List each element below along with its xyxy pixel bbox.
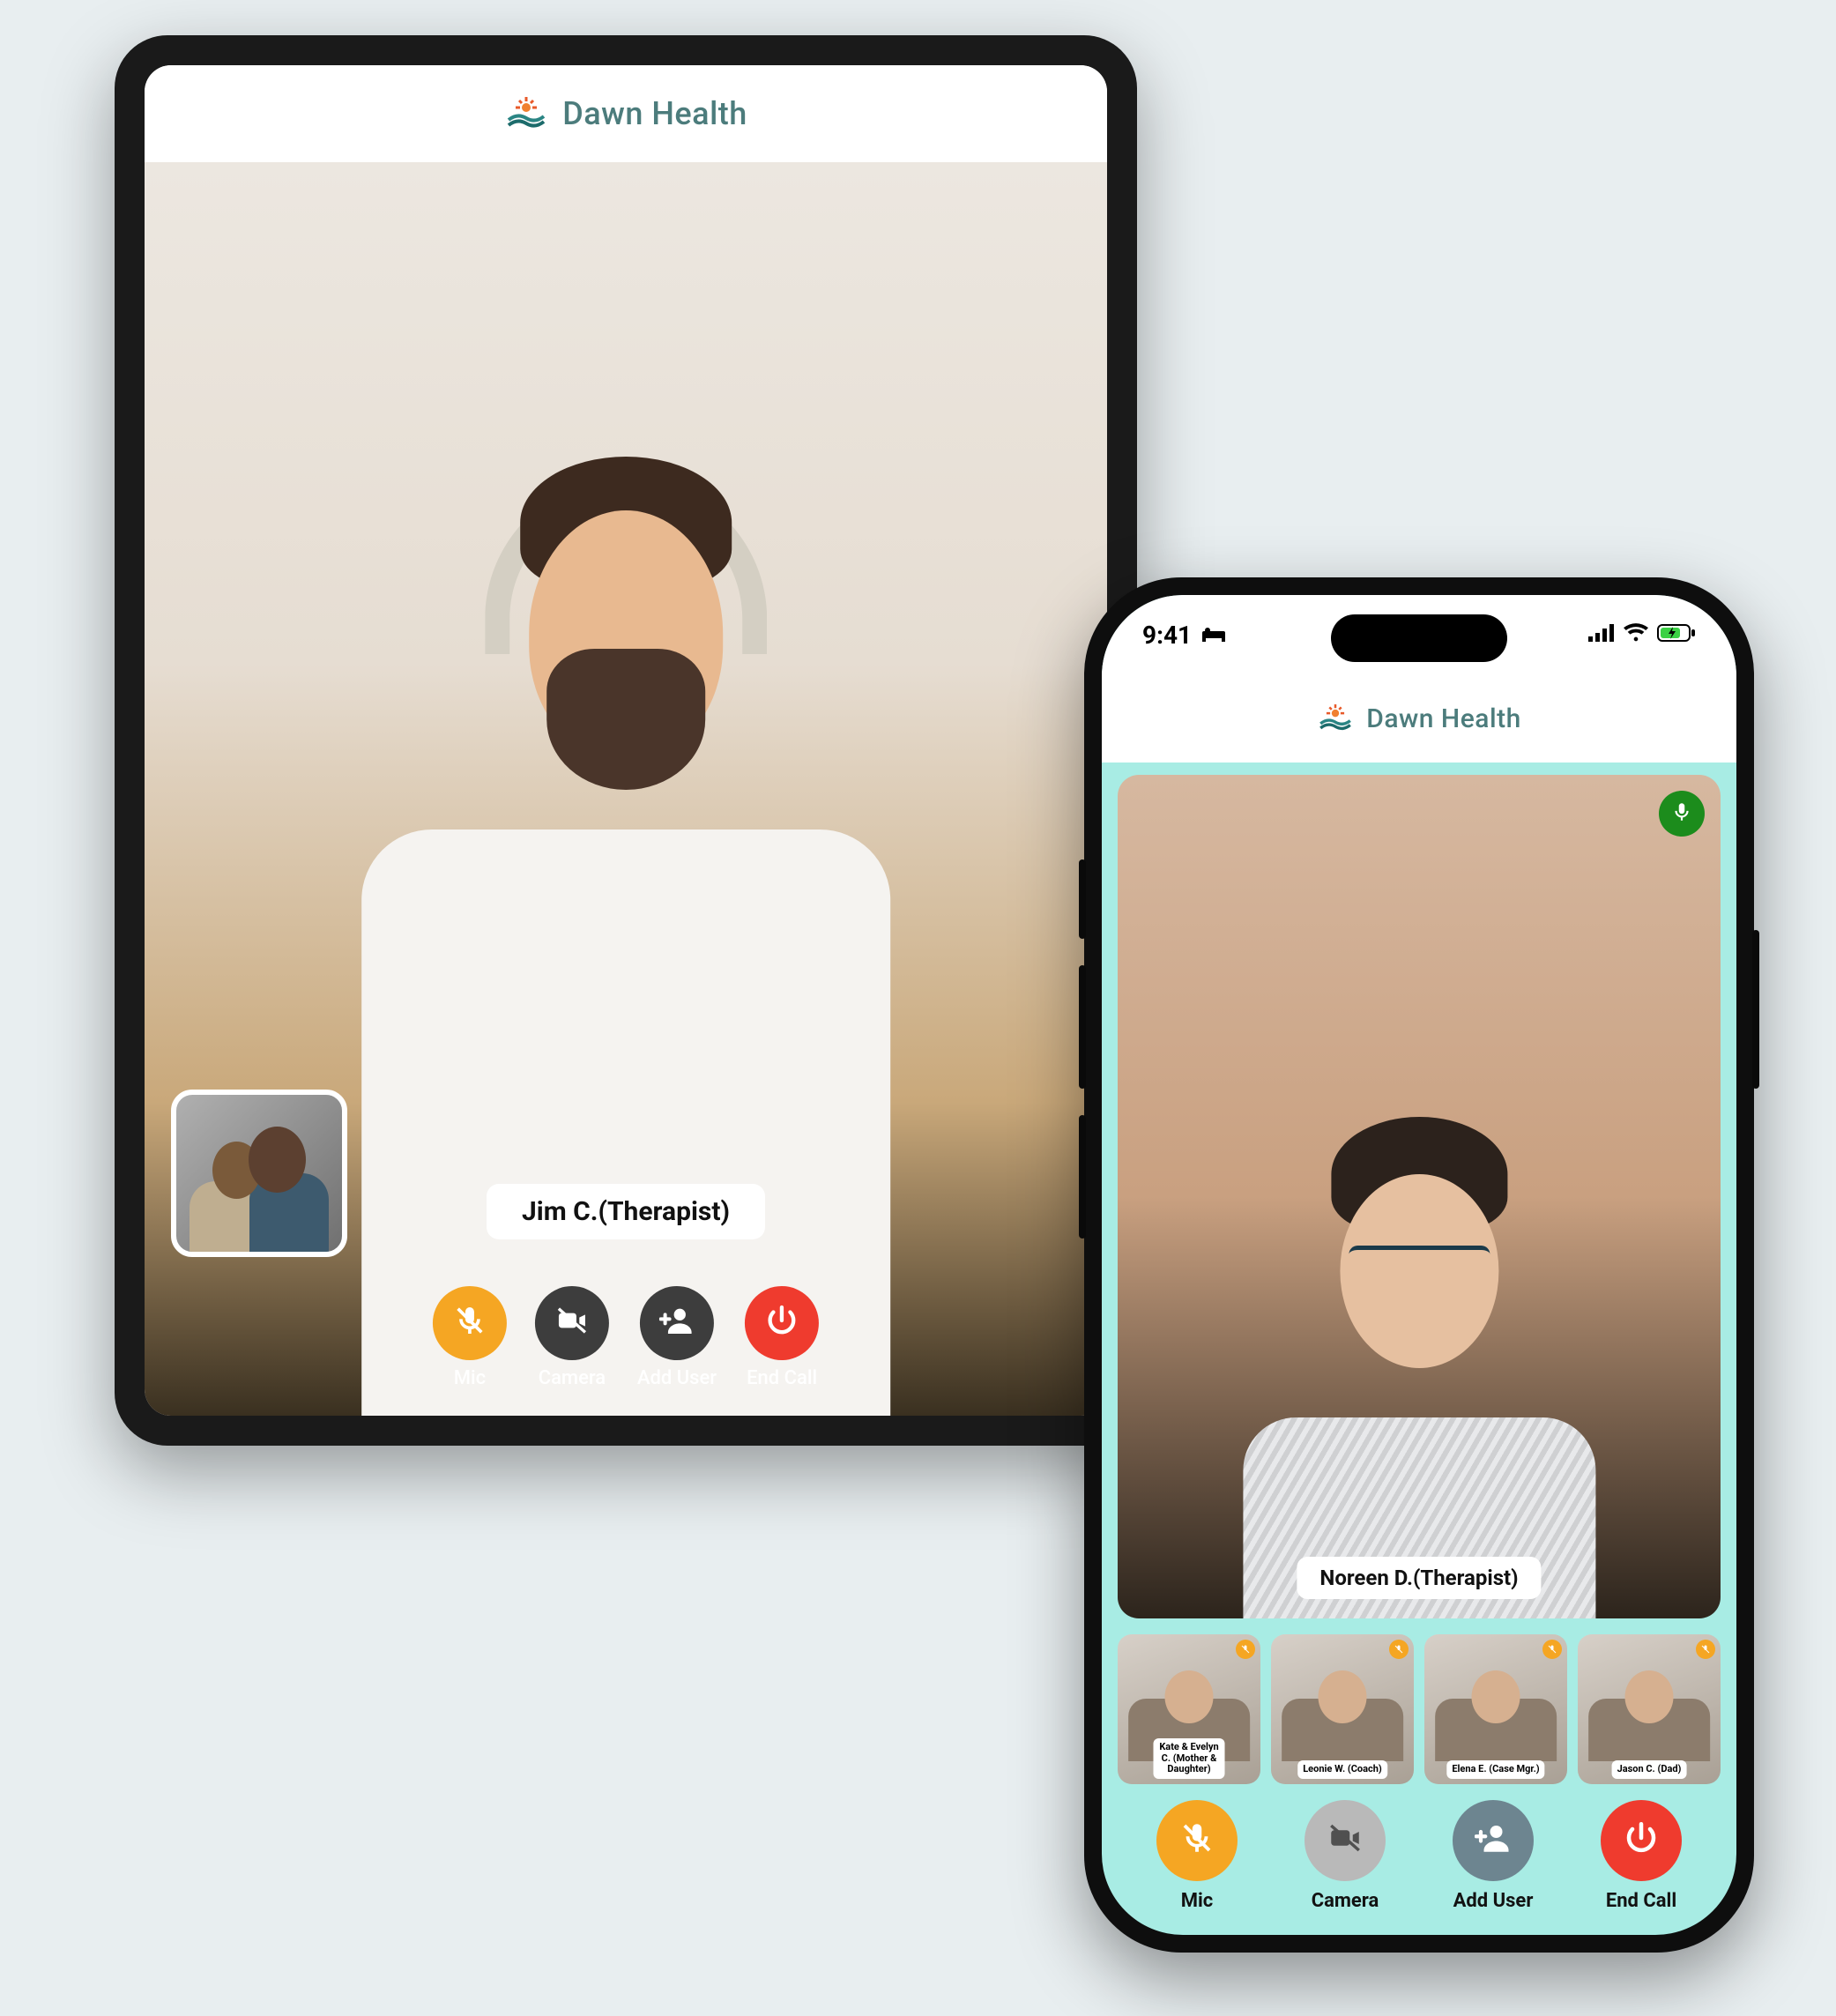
dynamic-island [1331, 614, 1507, 662]
mic-active-badge [1659, 791, 1705, 837]
battery-icon [1657, 622, 1696, 647]
phone-volume-up [1079, 965, 1086, 1089]
mic-icon [1670, 800, 1693, 827]
mic-toggle-button[interactable] [1156, 1800, 1238, 1881]
tablet-app-header: Dawn Health [145, 65, 1107, 162]
tablet-screen: Dawn Health Jim C.(Therapist) [145, 65, 1107, 1416]
camera-toggle-button[interactable] [1305, 1800, 1386, 1881]
mic-muted-icon [1696, 1640, 1715, 1659]
thumbnail-label: Elena E. (Case Mgr.) [1446, 1760, 1544, 1779]
power-icon [764, 1303, 799, 1343]
add-user-icon [659, 1303, 695, 1343]
add-user-control: Add User [1453, 1800, 1534, 1912]
participant-thumbnail[interactable]: Kate & Evelyn C. (Mother & Daughter) [1118, 1634, 1260, 1784]
phone-main-video[interactable]: Noreen D.(Therapist) [1118, 775, 1721, 1618]
camera-control: Camera [535, 1286, 609, 1389]
main-participant-avatar [1178, 902, 1660, 1618]
mic-muted-icon [1236, 1640, 1255, 1659]
camera-label: Camera [539, 1367, 606, 1389]
tablet-device-frame: Dawn Health Jim C.(Therapist) [115, 35, 1137, 1446]
add-user-label: Add User [637, 1367, 717, 1389]
end-call-button[interactable] [1601, 1800, 1682, 1881]
tablet-main-video[interactable]: Jim C.(Therapist) Mic [145, 162, 1107, 1416]
brand-name: Dawn Health [562, 95, 747, 132]
mic-muted-icon [1178, 1819, 1215, 1862]
mic-label: Mic [454, 1367, 486, 1389]
mic-control: Mic [1156, 1800, 1238, 1912]
participant-thumbnail[interactable]: Jason C. (Dad) [1578, 1634, 1721, 1784]
brand-name: Dawn Health [1366, 703, 1521, 734]
main-participant-name-label: Jim C.(Therapist) [487, 1184, 765, 1239]
mic-muted-icon [1389, 1640, 1409, 1659]
participant-thumbnail[interactable]: Leonie W. (Coach) [1271, 1634, 1414, 1784]
main-participant-name-label: Noreen D.(Therapist) [1297, 1557, 1541, 1599]
end-call-control: End Call [745, 1286, 819, 1389]
add-user-label: Add User [1453, 1890, 1534, 1912]
bed-icon [1200, 621, 1227, 650]
camera-toggle-button[interactable] [535, 1286, 609, 1360]
phone-call-body: Noreen D.(Therapist) Kate & Evelyn C. (M… [1102, 763, 1736, 1935]
add-user-button[interactable] [1453, 1800, 1534, 1881]
camera-off-icon [554, 1303, 590, 1343]
brand-logo-icon [1317, 700, 1354, 737]
add-user-icon [1475, 1819, 1512, 1862]
phone-power-button [1752, 930, 1759, 1089]
participant-thumbnail-row: Kate & Evelyn C. (Mother & Daughter) Leo… [1118, 1634, 1721, 1784]
mic-control: Mic [433, 1286, 507, 1389]
power-icon [1623, 1819, 1660, 1862]
end-call-control: End Call [1601, 1800, 1682, 1912]
mic-label: Mic [1181, 1890, 1214, 1912]
phone-volume-down [1079, 1115, 1086, 1239]
brand-logo-icon [504, 92, 548, 136]
mic-toggle-button[interactable] [433, 1286, 507, 1360]
thumbnail-label: Leonie W. (Coach) [1297, 1760, 1387, 1779]
add-user-control: Add User [637, 1286, 717, 1389]
wifi-icon [1624, 622, 1648, 647]
status-time: 9:41 [1142, 621, 1192, 650]
mic-muted-icon [1542, 1640, 1562, 1659]
tablet-call-controls: Mic Camera [433, 1286, 819, 1389]
phone-call-controls: Mic Camera [1118, 1800, 1721, 1912]
signal-icon [1588, 622, 1615, 647]
phone-app-header: Dawn Health [1102, 674, 1736, 763]
thumbnail-label: Kate & Evelyn C. (Mother & Daughter) [1154, 1738, 1225, 1779]
phone-screen: 9:41 [1102, 595, 1736, 1935]
camera-label: Camera [1312, 1890, 1379, 1912]
camera-off-icon [1327, 1819, 1364, 1862]
camera-control: Camera [1305, 1800, 1386, 1912]
self-video-pip[interactable] [171, 1090, 347, 1257]
thumbnail-label: Jason C. (Dad) [1612, 1760, 1687, 1779]
mic-muted-icon [452, 1303, 487, 1343]
add-user-button[interactable] [640, 1286, 714, 1360]
participant-thumbnail[interactable]: Elena E. (Case Mgr.) [1424, 1634, 1567, 1784]
phone-device-frame: 9:41 [1084, 577, 1754, 1953]
end-call-label: End Call [1606, 1890, 1676, 1912]
main-participant-avatar [241, 350, 1011, 1416]
phone-silent-switch [1079, 859, 1086, 939]
end-call-label: End Call [747, 1367, 817, 1389]
end-call-button[interactable] [745, 1286, 819, 1360]
